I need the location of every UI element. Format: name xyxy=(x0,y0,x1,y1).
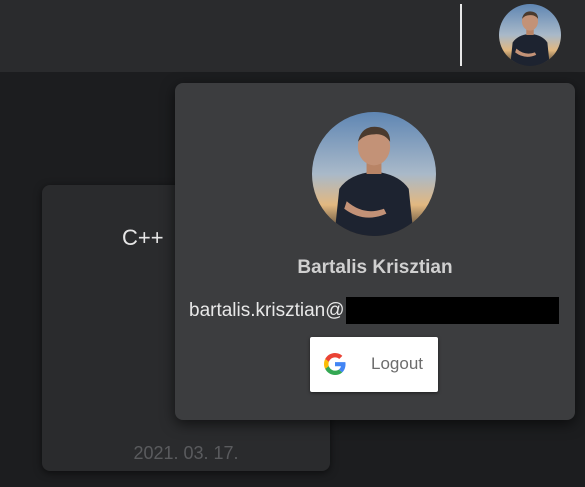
email-text: bartalis.krisztian@ xyxy=(189,299,345,321)
logout-label: Logout xyxy=(371,354,423,373)
google-icon xyxy=(324,353,346,375)
top-bar xyxy=(0,0,585,72)
avatar-photo xyxy=(499,4,561,66)
card-title: C++ xyxy=(122,225,164,250)
user-name: Bartalis Krisztian xyxy=(297,257,453,278)
topbar-divider xyxy=(460,4,462,66)
logout-button[interactable]: Logout xyxy=(310,337,438,392)
avatar-photo xyxy=(312,112,436,236)
card-date: 2021. 03. 17. xyxy=(133,443,239,463)
user-avatar-large xyxy=(312,112,436,236)
email-redaction xyxy=(345,297,559,324)
user-menu-popup: Bartalis Krisztian bartalis.krisztian@ L… xyxy=(175,83,575,420)
user-email: bartalis.krisztian@ xyxy=(189,297,567,324)
user-avatar-button[interactable] xyxy=(499,4,561,66)
